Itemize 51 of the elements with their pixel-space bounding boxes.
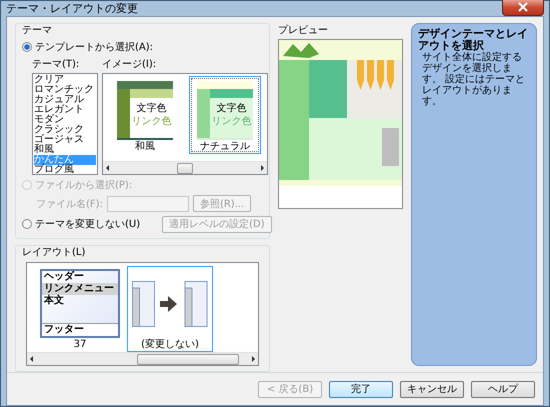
menu-band [210,89,253,98]
close-icon [517,2,529,12]
region-label: リンクメニュー [42,283,118,295]
layout-caption: 37 [74,338,86,351]
region-label: フッター [42,323,118,336]
scrollbar[interactable] [27,352,258,365]
dialog-button[interactable]: キャンセル [400,380,464,398]
group-label: レイアウト(L) [22,246,86,259]
list-item[interactable]: クラシック [34,125,96,135]
list-label: テーマ(T): [32,58,80,71]
region-label: ヘッダー [42,271,85,283]
layout-item[interactable]: (変更しない) [127,266,213,352]
close-button[interactable] [502,0,544,16]
preview-label: プレビュー [278,24,329,37]
region-label: 本文 [42,295,65,307]
radio-option[interactable]: テンプレートから選択(A): [22,40,263,54]
image-caption: ナチュラル [200,140,250,153]
list-item[interactable]: ブログ風 [34,165,96,174]
radio-option[interactable]: テーマを変更しない(U) [22,217,140,231]
group-label: テーマ [22,24,53,37]
list-item[interactable]: 和風 [34,145,96,155]
list-item[interactable]: モダン [34,115,96,125]
image-caption: 和風 [135,140,155,153]
layout-item[interactable]: ヘッダー リンクメニュー 本文 フッター 37 [37,266,123,352]
list-item[interactable]: カジュアル [34,95,96,105]
radio-button[interactable] [22,219,32,229]
theme-image-item[interactable]: 文字色 リンク色 ナチュラル [189,76,261,154]
layout-caption: (変更しない) [141,338,199,351]
list-label: イメージ(I): [102,58,158,71]
theme-image-item[interactable]: 文字色 リンク色 和風 [109,76,181,154]
sidebar-block [117,89,130,138]
list-item[interactable]: エレガント [34,105,96,115]
sidebar-block [197,89,210,138]
list-item[interactable]: ゴージャス [34,135,96,145]
sample-link: リンク色 [212,115,252,128]
list-item[interactable]: クリア [34,75,96,85]
header-block [117,81,173,89]
sample-text: 文字色 [136,102,166,115]
dialog-button[interactable]: 完了 [329,380,393,398]
info-text: サイト全体に設定するデザインを選択します。 設定にはテーマとレイアウトがあります。 [421,52,526,107]
info-title: デザインテーマとレイアウトを選択 [418,28,529,52]
radio-button[interactable] [22,42,32,52]
sample-link: リンク色 [132,115,172,128]
dialog-button[interactable]: ヘルプ [471,380,535,398]
field-label: ファイル名(F): [36,198,103,210]
window-title: テーマ・レイアウトの変更 [6,1,138,16]
sample-text: 文字色 [216,102,246,115]
scrollbar[interactable] [103,161,267,174]
list-item[interactable]: ロマンチック [34,85,96,95]
menu-band [130,89,173,98]
header-block [197,81,253,89]
